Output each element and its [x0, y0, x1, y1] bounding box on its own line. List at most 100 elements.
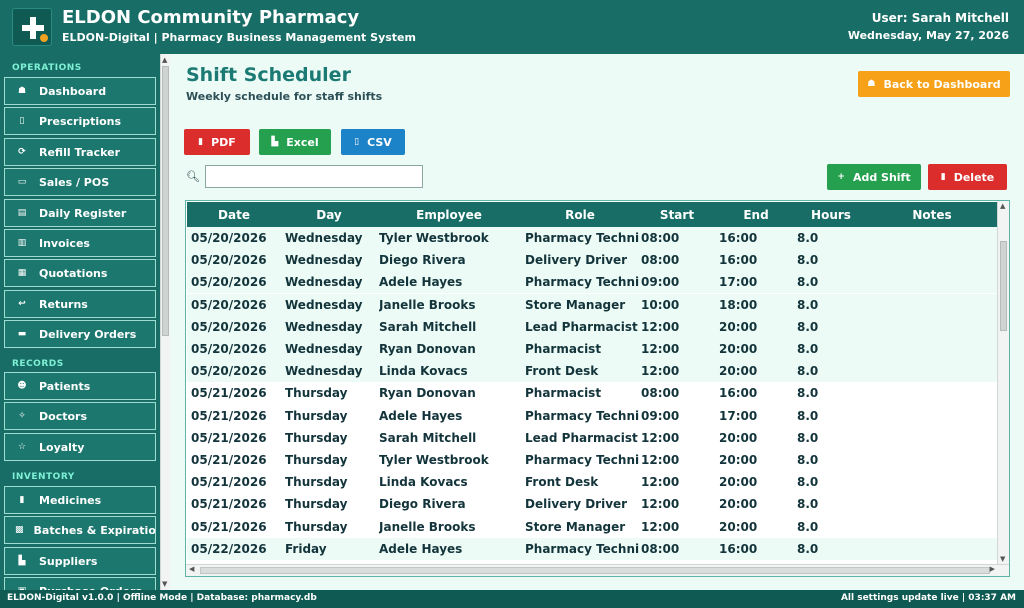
sidebar-item-loyalty[interactable]: ☆ Loyalty — [4, 433, 156, 461]
cell-day: Wednesday — [285, 298, 363, 312]
sidebar-scrollbar[interactable]: ▲ ▼ — [160, 54, 170, 590]
add-shift-button[interactable]: + Add Shift — [827, 164, 921, 190]
export-csv-button[interactable]: ▯ CSV — [341, 129, 405, 155]
export-pdf-button[interactable]: ▮ PDF — [184, 129, 250, 155]
column-header-employee[interactable]: Employee — [389, 208, 509, 222]
sidebar-item-invoices[interactable]: ▥ Invoices — [4, 229, 156, 257]
chart-icon: ▙ — [18, 556, 26, 566]
table-row[interactable]: 05/21/2026 Thursday Linda Kovacs Front Desk… — [187, 471, 997, 493]
table-row[interactable]: 05/22/2026 Friday Adele Hayes Pharmacy Tech… — [187, 538, 997, 560]
sidebar-item-patients[interactable]: ☻ Patients — [4, 372, 156, 400]
sidebar-item-delivery-orders[interactable]: ▬ Delivery Orders — [4, 320, 156, 348]
table-row[interactable]: 05/21/2026 Thursday Adele Hayes Pharmacy Te… — [187, 405, 997, 427]
table-row[interactable]: 05/20/2026 Wednesday Linda Kovacs Front Des… — [187, 360, 997, 382]
sidebar-item-returns[interactable]: ↩ Returns — [4, 290, 156, 318]
cell-hours: 8.0 — [797, 320, 819, 334]
cell-start: 08:00 — [641, 231, 680, 245]
sidebar-item-dashboard[interactable]: ☗ Dashboard — [4, 77, 156, 105]
cell-start: 12:00 — [641, 453, 680, 467]
cell-start: 09:00 — [641, 409, 680, 423]
back-to-dashboard-button[interactable]: ☗ Back to Dashboard — [858, 71, 1010, 97]
table-row[interactable]: 05/20/2026 Wednesday Tyler Westbrook Pharma… — [187, 227, 997, 249]
table-horizontal-scrollbar[interactable]: ◀ ▶ — [186, 564, 1009, 576]
cell-hours: 8.0 — [797, 364, 819, 378]
scroll-down-arrow-icon[interactable]: ▼ — [162, 580, 167, 588]
cell-end: 20:00 — [719, 497, 758, 511]
cell-role: Pharmacist — [525, 386, 602, 400]
table-row[interactable]: 05/20/2026 Wednesday Adele Hayes Pharmacy T… — [187, 271, 997, 293]
table-hscroll-thumb[interactable] — [200, 567, 990, 574]
sidebar-scroll-thumb[interactable] — [162, 66, 169, 336]
cell-day: Thursday — [285, 453, 348, 467]
table-row[interactable]: 05/21/2026 Thursday Diego Rivera Delivery D… — [187, 493, 997, 515]
cell-start: 08:00 — [641, 386, 680, 400]
status-bar: ELDON-Digital v1.0.0 | Offline Mode | Da… — [0, 590, 1024, 608]
cell-hours: 8.0 — [797, 253, 819, 267]
cell-day: Thursday — [285, 520, 348, 534]
table-row[interactable]: 05/20/2026 Wednesday Ryan Donovan Pharmacis… — [187, 338, 997, 360]
table-row[interactable]: 05/20/2026 Wednesday Sarah Mitchell Lead Ph… — [187, 316, 997, 338]
delete-button[interactable]: ▮ Delete — [928, 164, 1007, 190]
column-header-notes[interactable]: Notes — [872, 208, 992, 222]
sidebar-item-medicines[interactable]: ▮ Medicines — [4, 486, 156, 514]
sidebar-item-suppliers[interactable]: ▙ Suppliers — [4, 547, 156, 575]
export-excel-button[interactable]: ▙ Excel — [259, 129, 331, 155]
cell-hours: 8.0 — [797, 275, 819, 289]
app-title: ELDON Community Pharmacy — [62, 7, 360, 28]
add-shift-label: Add Shift — [852, 170, 911, 184]
cell-day: Wednesday — [285, 253, 363, 267]
scroll-up-arrow-icon[interactable]: ▲ — [1000, 202, 1005, 210]
cell-date: 05/20/2026 — [191, 320, 267, 334]
sidebar-item-prescriptions[interactable]: ▯ Prescriptions — [4, 107, 156, 135]
sidebar-item-label: Dashboard — [39, 84, 107, 98]
table-row[interactable]: 05/21/2026 Thursday Sarah Mitchell Lead Pha… — [187, 427, 997, 449]
cell-hours: 8.0 — [797, 475, 819, 489]
scroll-up-arrow-icon[interactable]: ▲ — [162, 56, 167, 64]
sidebar-item-daily-register[interactable]: ▤ Daily Register — [4, 199, 156, 227]
sidebar-item-doctors[interactable]: ✧ Doctors — [4, 402, 156, 430]
cell-employee: Diego Rivera — [379, 497, 466, 511]
cell-end: 20:00 — [719, 475, 758, 489]
spreadsheet-icon: ▙ — [271, 137, 279, 147]
status-right-text: All settings update live | 03:37 AM — [840, 593, 1016, 603]
sidebar-item-sales-pos[interactable]: ▭ Sales / POS — [4, 168, 156, 196]
cell-day: Thursday — [285, 386, 348, 400]
table-vscroll-thumb[interactable] — [1000, 241, 1007, 331]
cell-start: 12:00 — [641, 497, 680, 511]
cell-hours: 8.0 — [797, 520, 819, 534]
cell-day: Wednesday — [285, 275, 363, 289]
cell-end: 16:00 — [719, 542, 758, 556]
table-row[interactable]: 05/21/2026 Thursday Ryan Donovan Pharmacist… — [187, 382, 997, 404]
sidebar-item-batches-expiration[interactable]: ▩ Batches & Expiration — [4, 516, 156, 544]
sidebar-item-purchase-orders[interactable]: ▣Purchase Orders — [4, 577, 156, 590]
scroll-right-arrow-icon[interactable]: ▶ — [990, 565, 995, 573]
shift-table: Date Day Employee Role Start End Hours Notes 05… — [185, 200, 1010, 577]
cell-day: Wednesday — [285, 320, 363, 334]
cell-role: Front Desk — [525, 364, 599, 378]
home-icon: ☗ — [867, 79, 876, 89]
sidebar-item-quotations[interactable]: ▦ Quotations — [4, 259, 156, 287]
table-row[interactable]: 05/20/2026 Wednesday Diego Rivera Delivery … — [187, 249, 997, 271]
sidebar-item-label: Loyalty — [39, 440, 85, 454]
cell-end: 20:00 — [719, 364, 758, 378]
sidebar: OPERATIONS ☗ Dashboard ▯ Prescriptions ⟳ Refil… — [0, 54, 160, 590]
cell-hours: 8.0 — [797, 409, 819, 423]
sidebar-item-label: Doctors — [39, 409, 87, 423]
table-vertical-scrollbar[interactable]: ▲ ▼ — [997, 201, 1009, 564]
scroll-down-arrow-icon[interactable]: ▼ — [1000, 555, 1005, 563]
cell-day: Wednesday — [285, 342, 363, 356]
column-header-day[interactable]: Day — [269, 208, 389, 222]
scroll-left-arrow-icon[interactable]: ◀ — [189, 565, 194, 573]
clipboard-icon: ▯ — [19, 116, 25, 126]
cell-hours: 8.0 — [797, 298, 819, 312]
table-row[interactable]: 05/21/2026 Thursday Tyler Westbrook Pharmac… — [187, 449, 997, 471]
cell-employee: Adele Hayes — [379, 542, 463, 556]
cell-date: 05/20/2026 — [191, 364, 267, 378]
plus-icon: + — [837, 172, 845, 182]
cell-date: 05/20/2026 — [191, 231, 267, 245]
table-row[interactable]: 05/20/2026 Wednesday Janelle Brooks Store M… — [187, 294, 997, 316]
cell-date: 05/21/2026 — [191, 386, 267, 400]
sidebar-item-refill-tracker[interactable]: ⟳ Refill Tracker — [4, 138, 156, 166]
table-row[interactable]: 05/21/2026 Thursday Janelle Brooks Store Ma… — [187, 516, 997, 538]
search-input[interactable] — [205, 165, 423, 188]
